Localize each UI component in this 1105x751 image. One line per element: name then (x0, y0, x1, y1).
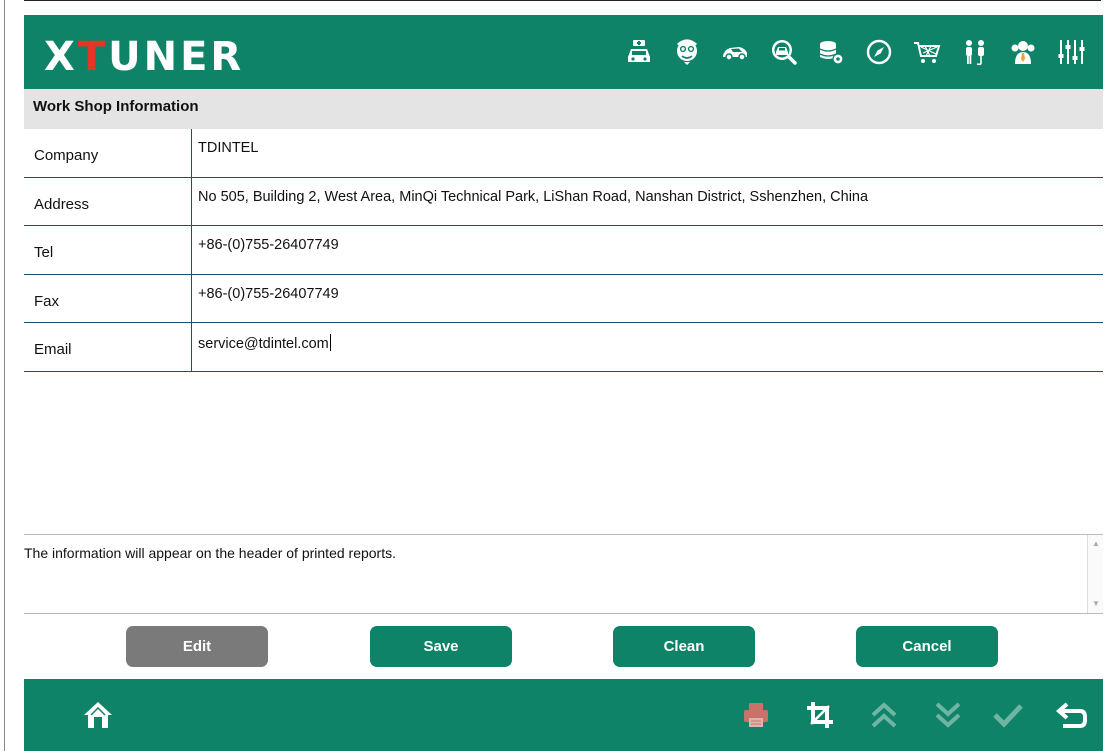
email-field[interactable]: service@tdintel.com (192, 323, 1103, 371)
address-label: Address (24, 177, 192, 225)
tel-row: Tel +86-(0)755-26407749 (24, 226, 1103, 275)
tel-label: Tel (24, 226, 192, 274)
users-icon[interactable] (951, 29, 999, 75)
crop-icon[interactable] (798, 693, 842, 737)
car-icon[interactable] (711, 29, 759, 75)
address-field[interactable]: No 505, Building 2, West Area, MinQi Tec… (192, 178, 1103, 226)
window-top-border (0, 0, 1105, 14)
xtuner-logo: X T UNER (44, 34, 245, 80)
fax-label: Fax (24, 274, 192, 322)
save-button[interactable]: Save (370, 626, 512, 667)
section-title: Work Shop Information (24, 89, 1103, 129)
email-label: Email (24, 323, 192, 371)
scroll-down-arrow-icon[interactable]: ▼ (1088, 597, 1104, 611)
fax-field[interactable]: +86-(0)755-26407749 (192, 275, 1103, 323)
support-icon[interactable] (999, 29, 1047, 75)
note-text: The information will appear on the heade… (24, 545, 396, 561)
print-icon (734, 693, 778, 737)
home-icon[interactable] (76, 693, 120, 737)
window-left-border (0, 0, 24, 751)
car-doctor-icon[interactable] (615, 29, 663, 75)
shopping-cart-icon[interactable] (903, 29, 951, 75)
app-header: X T UNER (24, 15, 1103, 89)
bottom-navbar (24, 679, 1103, 751)
text-cursor (329, 334, 331, 351)
clean-button[interactable]: Clean (613, 626, 755, 667)
company-field[interactable]: TDINTEL (192, 129, 1103, 177)
company-label: Company (24, 129, 192, 177)
email-row: Email service@tdintel.com (24, 323, 1103, 372)
note-scrollbar[interactable]: ▲ ▼ (1087, 535, 1103, 613)
tel-field[interactable]: +86-(0)755-26407749 (192, 226, 1103, 274)
scroll-up-arrow-icon[interactable]: ▲ (1088, 537, 1104, 551)
page-down-icon (926, 693, 970, 737)
workshop-info-table: Company TDINTEL Address No 505, Building… (24, 129, 1103, 372)
top-toolbar (615, 29, 1095, 75)
address-row: Address No 505, Building 2, West Area, M… (24, 177, 1103, 226)
email-value: service@tdintel.com (198, 336, 329, 352)
database-settings-icon[interactable] (807, 29, 855, 75)
app-window: X T UNER Work Shop Information Company T… (0, 0, 1105, 751)
note-box: The information will appear on the heade… (24, 534, 1103, 614)
cancel-button[interactable]: Cancel (856, 626, 998, 667)
technician-icon[interactable] (663, 29, 711, 75)
company-row: Company TDINTEL (24, 129, 1103, 178)
edit-button[interactable]: Edit (126, 626, 268, 667)
fax-row: Fax +86-(0)755-26407749 (24, 274, 1103, 323)
sliders-icon[interactable] (1047, 29, 1095, 75)
back-icon[interactable] (1050, 693, 1094, 737)
compass-icon[interactable] (855, 29, 903, 75)
confirm-icon (986, 693, 1030, 737)
page-up-icon (862, 693, 906, 737)
car-search-icon[interactable] (759, 29, 807, 75)
